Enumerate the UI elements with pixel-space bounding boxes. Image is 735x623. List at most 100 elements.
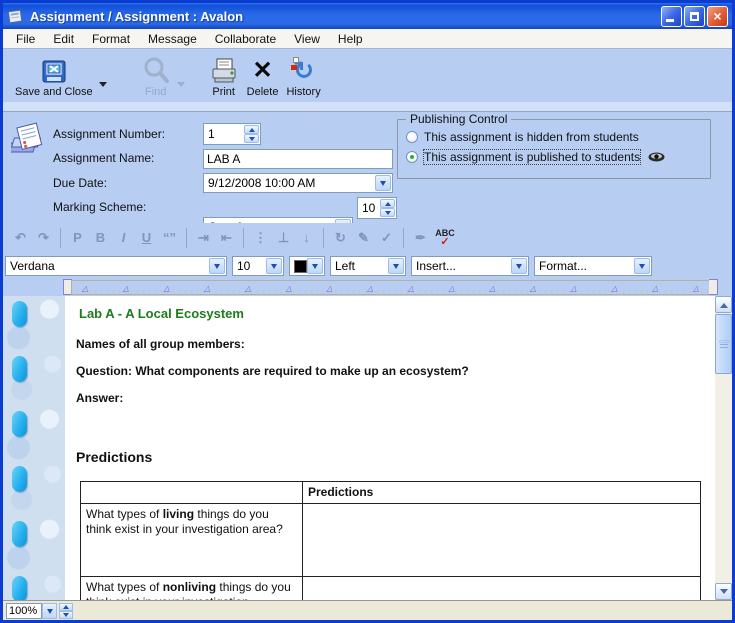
quotes-icon[interactable]: “” <box>158 227 181 249</box>
due-date-combo[interactable]: 9/12/2008 10:00 AM <box>203 173 393 193</box>
find-dropdown-arrow-icon[interactable] <box>177 82 185 91</box>
assignment-number-spinner[interactable]: 1 <box>203 123 261 145</box>
insert-value: Insert... <box>416 259 456 273</box>
title-bar[interactable]: Assignment / Assignment : Avalon × <box>3 3 732 29</box>
undo-icon[interactable]: ↶ <box>9 227 32 249</box>
assignment-number-spin-buttons[interactable] <box>244 125 259 143</box>
due-date-dropdown-icon[interactable] <box>375 175 391 191</box>
assignment-name-input[interactable]: LAB A <box>203 149 393 169</box>
status-bar: 100% <box>3 600 732 620</box>
font-color-combo[interactable] <box>289 256 325 276</box>
binding-pill-icon <box>12 301 27 327</box>
hidden-option-row[interactable]: This assignment is hidden from students <box>406 130 639 144</box>
menu-edit[interactable]: Edit <box>44 30 83 48</box>
zoom-spin-buttons[interactable] <box>59 603 73 619</box>
assignment-form: Assignment Number: 1 Assignment Name: LA… <box>3 113 732 223</box>
bold-icon[interactable]: B <box>89 227 112 249</box>
font-toolbar: Verdana 10 Left Insert... Format... <box>3 253 732 279</box>
hidden-radio[interactable] <box>406 131 418 143</box>
menu-help[interactable]: Help <box>329 30 372 48</box>
indent-decrease-icon[interactable]: ⇤ <box>215 227 238 249</box>
formatting-toolbar: ↶ ↷ P B I U “” ⇥ ⇤ ⋮ ⊥ ↓ ↻ ✎ ✓ ✒ ABC ✓ <box>3 223 732 253</box>
living-question-bold: living <box>163 507 194 521</box>
font-family-dropdown-icon[interactable] <box>209 258 225 274</box>
tab-stop-icon[interactable]: ⊥ <box>272 227 295 249</box>
print-icon <box>209 56 239 86</box>
refresh-icon[interactable]: ↻ <box>329 227 352 249</box>
print-label: Print <box>212 86 235 98</box>
marking-value-spin-buttons[interactable] <box>380 199 395 217</box>
living-question-cell[interactable]: What types of living things do you think… <box>81 504 303 577</box>
format-combo[interactable]: Format... <box>534 256 652 276</box>
vertical-scrollbar[interactable] <box>715 296 732 600</box>
assignment-name-label: Assignment Name: <box>53 151 154 165</box>
due-date-label: Due Date: <box>53 176 107 190</box>
delete-label: Delete <box>247 86 279 98</box>
underline-icon[interactable]: U <box>135 227 158 249</box>
answer-line: Answer: <box>76 391 123 405</box>
document-editor[interactable]: Lab A - A Local Ecosystem Names of all g… <box>3 296 715 600</box>
format-dropdown-icon[interactable] <box>634 258 650 274</box>
minimize-button[interactable] <box>661 6 682 27</box>
living-question-pre: What types of <box>86 507 163 521</box>
app-icon <box>7 8 25 24</box>
paragraph-style-icon[interactable]: P <box>66 227 89 249</box>
spellcheck-icon[interactable]: ABC ✓ <box>432 229 458 247</box>
zoom-value[interactable]: 100% <box>6 603 42 619</box>
save-and-close-label: Save and Close <box>15 86 93 98</box>
find-button[interactable]: Find <box>137 53 175 99</box>
insert-dropdown-icon[interactable] <box>511 258 527 274</box>
save-dropdown-arrow-icon[interactable] <box>99 82 107 91</box>
insert-below-icon[interactable]: ↓ <box>295 227 318 249</box>
redo-icon[interactable]: ↷ <box>32 227 55 249</box>
scroll-up-icon[interactable] <box>715 296 732 313</box>
print-button[interactable]: Print <box>205 53 243 99</box>
assignment-number-value: 1 <box>208 127 215 141</box>
maximize-button[interactable] <box>684 6 705 27</box>
font-size-combo[interactable]: 10 <box>232 256 284 276</box>
alignment-dropdown-icon[interactable] <box>388 258 404 274</box>
history-button[interactable]: ↻ History <box>282 53 324 99</box>
menu-bar: File Edit Format Message Collaborate Vie… <box>3 29 732 49</box>
delete-x-icon: ✕ <box>253 56 273 86</box>
right-indent-marker[interactable] <box>709 279 718 295</box>
zoom-control[interactable]: 100% <box>6 603 73 619</box>
binding-pill-icon <box>12 576 27 600</box>
alignment-combo[interactable]: Left <box>330 256 406 276</box>
table-header-predictions-cell[interactable]: Predictions <box>303 482 701 504</box>
nonliving-question-bold: nonliving <box>163 580 216 594</box>
font-color-dropdown-icon[interactable] <box>307 258 323 274</box>
published-radio[interactable] <box>406 151 418 163</box>
italic-icon[interactable]: I <box>112 227 135 249</box>
menu-file[interactable]: File <box>7 30 44 48</box>
insert-combo[interactable]: Insert... <box>411 256 529 276</box>
marking-value-spinner[interactable]: 10 <box>357 197 397 219</box>
living-answer-cell[interactable] <box>303 504 701 577</box>
save-and-close-button[interactable]: Save and Close <box>11 53 97 99</box>
font-size-dropdown-icon[interactable] <box>266 258 282 274</box>
published-option-row[interactable]: This assignment is published to students <box>406 150 665 164</box>
preview-eye-icon[interactable] <box>648 152 665 162</box>
menu-message[interactable]: Message <box>139 30 206 48</box>
menu-collaborate[interactable]: Collaborate <box>206 30 285 48</box>
marking-value: 10 <box>362 201 375 215</box>
close-button[interactable]: × <box>707 6 728 27</box>
indent-increase-icon[interactable]: ⇥ <box>192 227 215 249</box>
tab-leader-icon[interactable]: ⋮ <box>249 227 272 249</box>
zoom-dropdown-icon[interactable] <box>42 603 57 619</box>
scroll-down-icon[interactable] <box>715 583 732 600</box>
menu-view[interactable]: View <box>285 30 329 48</box>
assignment-number-label: Assignment Number: <box>53 127 165 141</box>
ruler[interactable]: △△△△ △△△△ △△△△ △△△△ <box>71 280 710 295</box>
table-header-empty-cell[interactable] <box>81 482 303 504</box>
nonliving-question-cell[interactable]: What types of nonliving things do you th… <box>81 577 303 601</box>
menu-format[interactable]: Format <box>83 30 139 48</box>
nonliving-answer-cell[interactable] <box>303 577 701 601</box>
minimize-icon <box>666 19 674 22</box>
scrollbar-thumb[interactable] <box>715 314 732 374</box>
pen-icon[interactable]: ✎ <box>352 227 375 249</box>
signature-icon[interactable]: ✒ <box>409 227 432 249</box>
accept-icon[interactable]: ✓ <box>375 227 398 249</box>
font-family-combo[interactable]: Verdana <box>5 256 227 276</box>
delete-button[interactable]: ✕ Delete <box>243 53 283 99</box>
